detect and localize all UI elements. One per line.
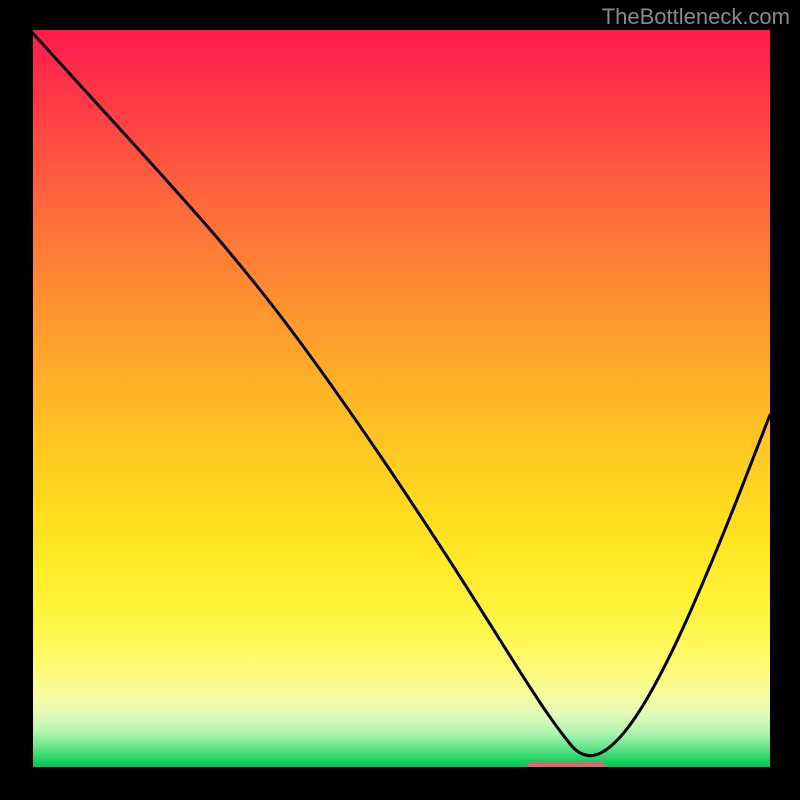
watermark-text: TheBottleneck.com — [602, 4, 790, 30]
plot-area — [30, 30, 770, 770]
chart-frame: TheBottleneck.com — [0, 0, 800, 800]
optimal-range-marker — [526, 762, 607, 770]
bottleneck-curve — [30, 30, 770, 770]
